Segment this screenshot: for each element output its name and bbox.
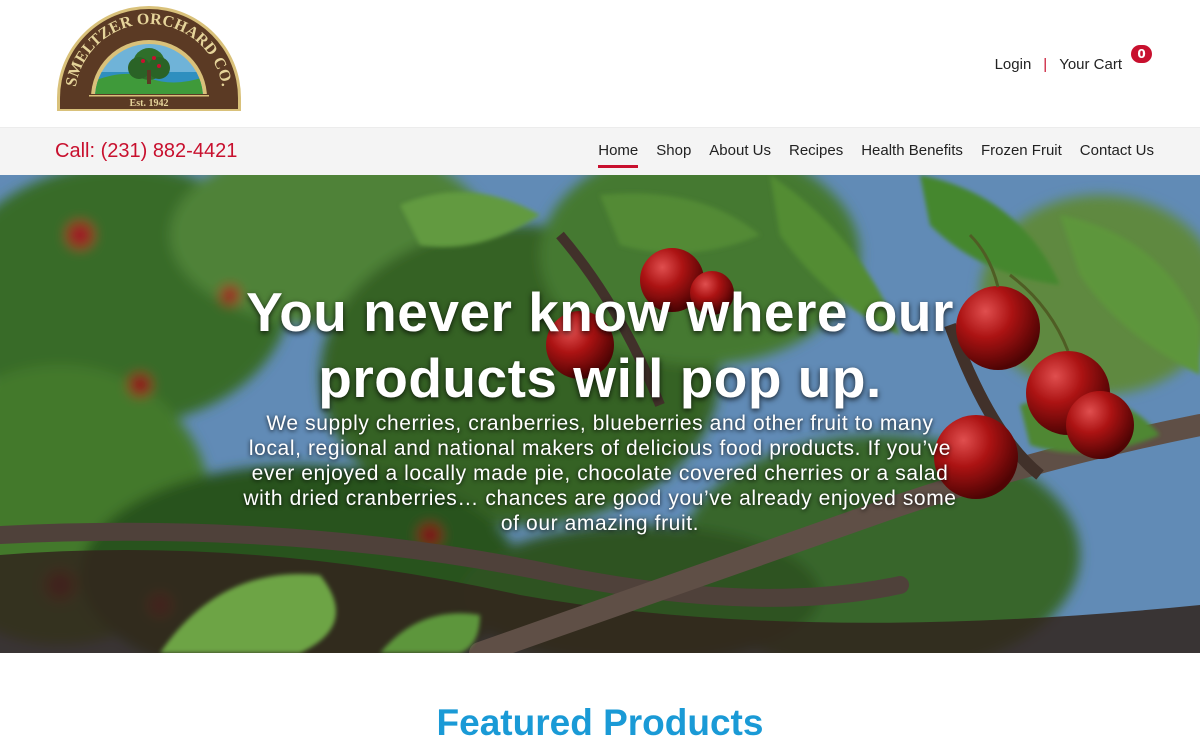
cart-label[interactable]: Your Cart xyxy=(1059,56,1122,73)
account-separator: | xyxy=(1043,55,1048,73)
logo-established-text: Est. 1942 xyxy=(130,98,169,109)
hero-banner: You never know where our products will p… xyxy=(0,175,1200,653)
hero-description: We supply cherries, cranberries, blueber… xyxy=(243,412,957,535)
nav-item-frozen-fruit[interactable]: Frozen Fruit xyxy=(981,142,1062,165)
nav-bar: Call: (231) 882-4421 Home Shop About Us … xyxy=(0,127,1200,175)
login-link[interactable]: Login xyxy=(995,56,1032,73)
top-header: Est. 1942 SMELTZER ORCHARD CO. Login | Y… xyxy=(0,0,1200,127)
logo-graphic: Est. 1942 SMELTZER ORCHARD CO. xyxy=(57,6,241,111)
main-nav: Home Shop About Us Recipes Health Benefi… xyxy=(580,142,1154,168)
nav-item-contact-us[interactable]: Contact Us xyxy=(1080,142,1154,165)
nav-item-shop[interactable]: Shop xyxy=(656,142,691,165)
featured-products-heading: Featured Products xyxy=(436,702,764,743)
nav-item-recipes[interactable]: Recipes xyxy=(789,142,843,165)
nav-item-about-us[interactable]: About Us xyxy=(709,142,771,165)
cart-count-badge: 0 xyxy=(1131,45,1152,63)
nav-item-home[interactable]: Home xyxy=(598,142,639,168)
site-logo[interactable]: Est. 1942 SMELTZER ORCHARD CO. xyxy=(55,6,243,114)
nav-item-health-benefits[interactable]: Health Benefits xyxy=(861,142,963,165)
account-links: Login | Your Cart xyxy=(995,54,1152,74)
hero-title: You never know where our products will p… xyxy=(246,281,954,409)
phone-link[interactable]: Call: (231) 882-4421 xyxy=(55,140,237,163)
